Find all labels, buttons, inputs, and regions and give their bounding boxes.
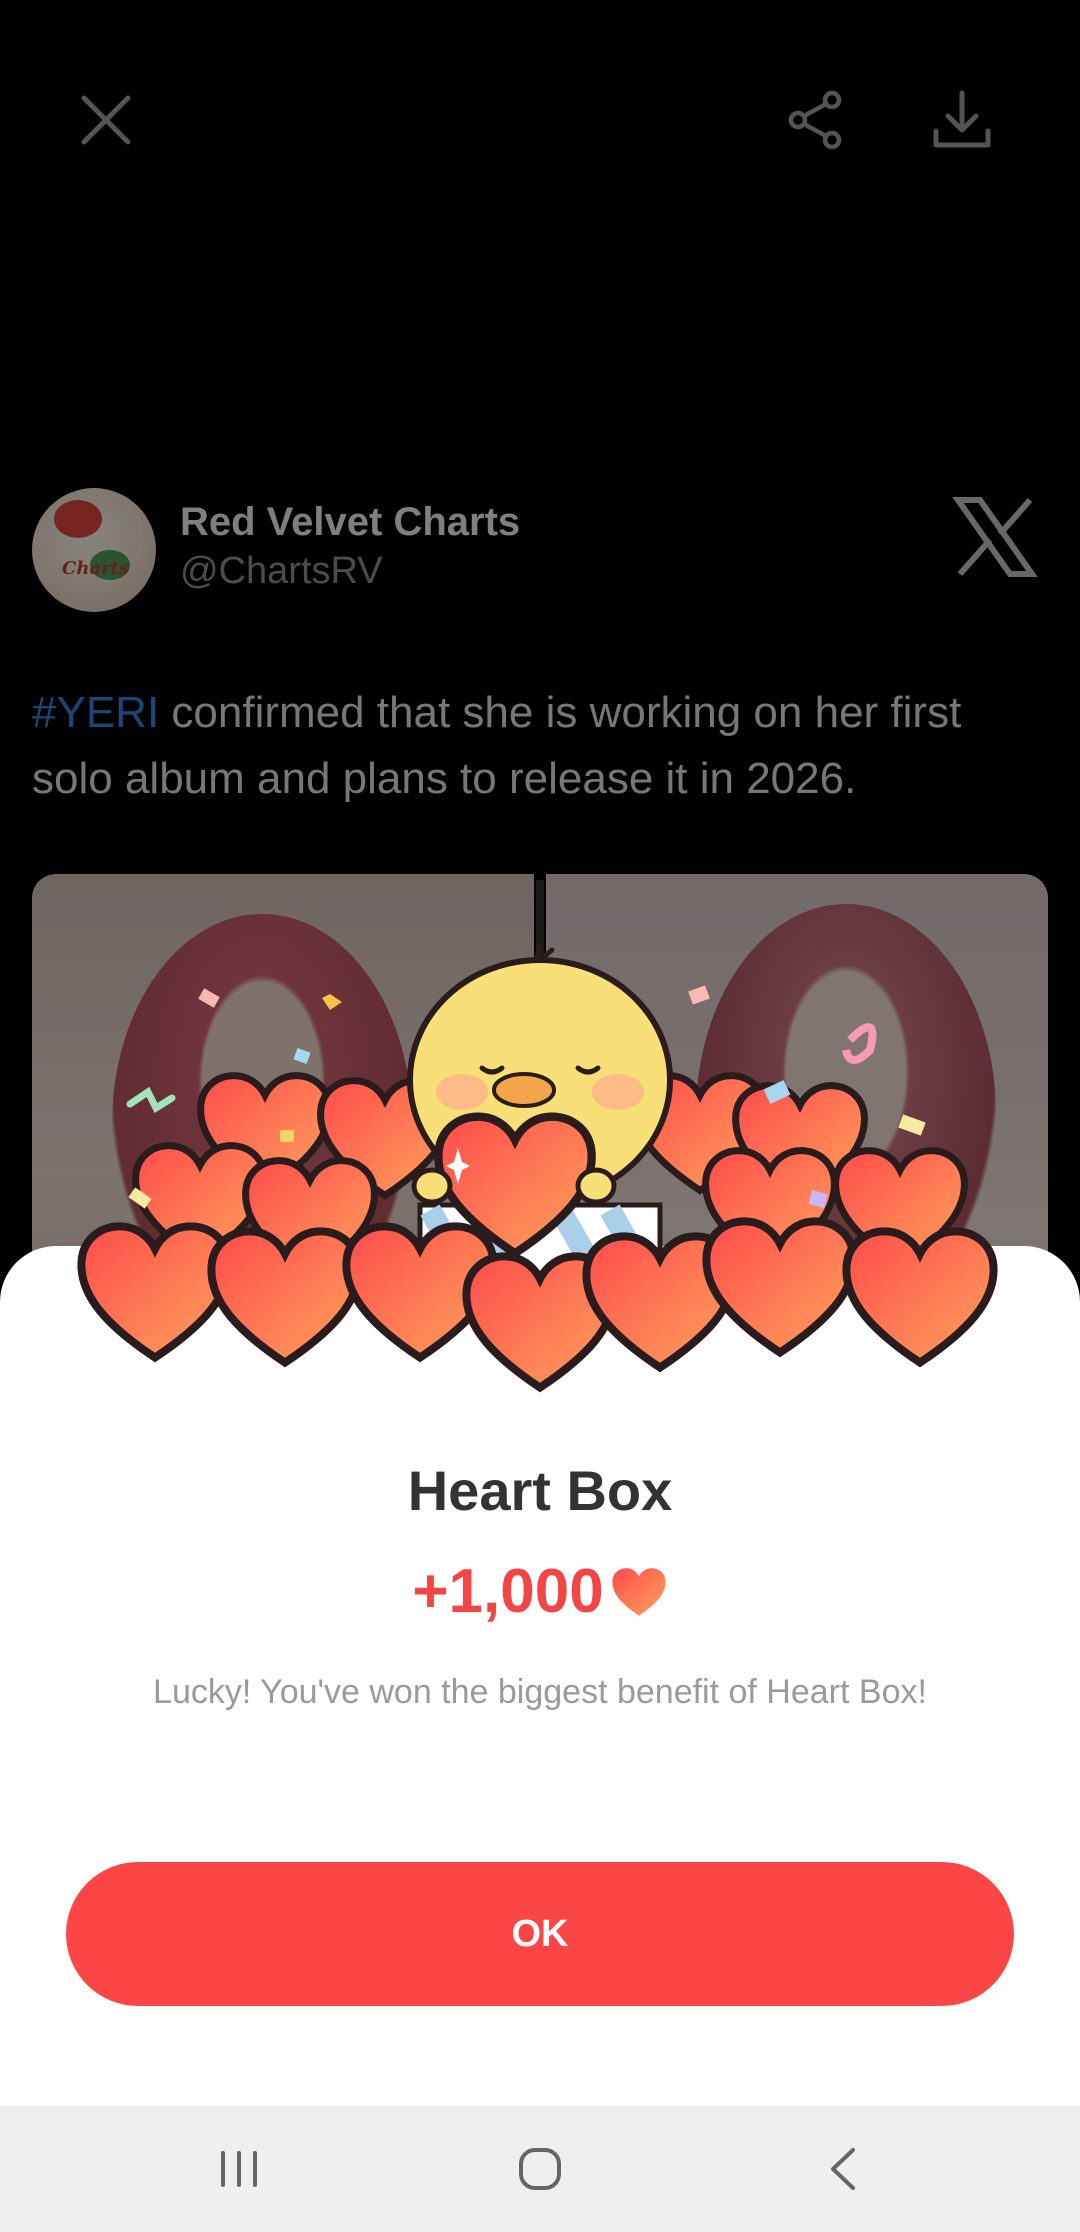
- dialog-title: Heart Box: [407, 1459, 673, 1522]
- heart-box-illustration: [0, 880, 1080, 1400]
- system-nav-bar: [0, 2106, 1080, 2232]
- ok-button[interactable]: OK: [66, 1862, 1014, 2006]
- recents-icon[interactable]: [194, 2134, 284, 2204]
- reward-amount: +1,000: [412, 1557, 604, 1626]
- reward-row: +1,000: [0, 1556, 1080, 1627]
- dialog-description: Lucky! You've won the biggest benefit of…: [153, 1673, 927, 1711]
- home-icon[interactable]: [495, 2134, 585, 2204]
- heart-icon: [612, 1567, 666, 1616]
- back-icon[interactable]: [798, 2134, 888, 2204]
